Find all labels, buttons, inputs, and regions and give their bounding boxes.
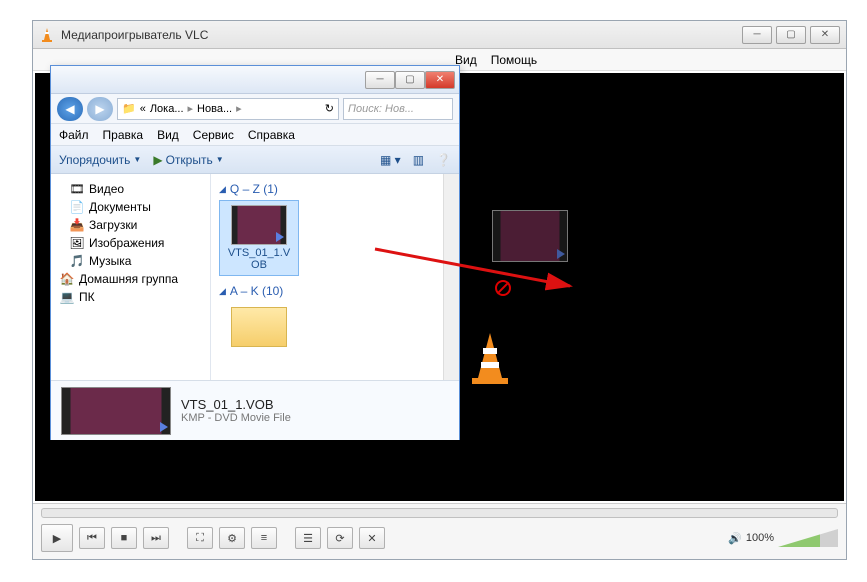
vlc-logo-icon	[460, 328, 520, 388]
video-icon: 🎞	[69, 182, 85, 196]
group-header-qz[interactable]: ◢Q – Z (1)	[219, 182, 435, 196]
play-overlay-icon	[160, 422, 168, 432]
ext-settings-button[interactable]: ⚙	[219, 527, 245, 549]
vlc-maximize-button[interactable]: ▢	[776, 26, 806, 44]
tree-item-pictures[interactable]: 🖼Изображения	[55, 234, 206, 252]
explorer-close-button[interactable]: ✕	[425, 71, 455, 89]
play-overlay-icon	[276, 232, 284, 242]
folder-icon: 📁	[122, 102, 136, 115]
loop-button[interactable]: ⟳	[327, 527, 353, 549]
crumb-1[interactable]: Лока...	[150, 103, 184, 115]
tree-item-downloads[interactable]: 📥Загрузки	[55, 216, 206, 234]
menu-help[interactable]: Справка	[248, 128, 295, 142]
video-thumb-icon	[231, 205, 287, 245]
video-thumb-icon	[492, 210, 568, 262]
refresh-icon[interactable]: ↻	[325, 102, 334, 115]
menu-tools[interactable]: Сервис	[193, 128, 234, 142]
menu-file[interactable]: Файл	[59, 128, 89, 142]
chevron-right-icon: ▸	[236, 102, 242, 115]
explorer-titlebar[interactable]: ─ ▢ ✕	[51, 66, 459, 94]
details-filetype: KMP - DVD Movie File	[181, 412, 291, 424]
file-list[interactable]: ◢Q – Z (1) VTS_01_1.VOB ◢A – K (10)	[211, 174, 443, 380]
mute-icon[interactable]: 🔊	[728, 532, 742, 545]
explorer-window: ─ ▢ ✕ ◀ ▶ 📁 « Лока... ▸ Нова... ▸ ↻ Поис…	[50, 65, 460, 440]
computer-icon: 💻	[59, 290, 75, 304]
next-button[interactable]: ⏭	[143, 527, 169, 549]
preview-pane-icon[interactable]: ▥	[413, 153, 424, 167]
explorer-maximize-button[interactable]: ▢	[395, 71, 425, 89]
fullscreen-button[interactable]: ⛶	[187, 527, 213, 549]
chevron-right-icon: ▸	[188, 102, 194, 115]
play-overlay-icon	[557, 249, 565, 259]
explorer-toolbar: Упорядочить▼ ▶Открыть▼ ▦ ▾ ▥ ❔	[51, 146, 459, 174]
shuffle-button[interactable]: ✕	[359, 527, 385, 549]
details-filename: VTS_01_1.VOB	[181, 397, 291, 412]
tree-item-videos[interactable]: 🎞Видео	[55, 180, 206, 198]
collapse-icon: ◢	[219, 286, 226, 297]
file-tile[interactable]	[219, 302, 299, 354]
nav-back-button[interactable]: ◀	[57, 97, 83, 121]
vlc-minimize-button[interactable]: ─	[742, 26, 772, 44]
nav-forward-button[interactable]: ▶	[87, 97, 113, 121]
search-input[interactable]: Поиск: Нов...	[343, 98, 453, 120]
explorer-minimize-button[interactable]: ─	[365, 71, 395, 89]
explorer-menubar: Файл Правка Вид Сервис Справка	[51, 124, 459, 146]
view-options-icon[interactable]: ▦ ▾	[380, 153, 401, 167]
details-thumb	[61, 387, 171, 435]
scrollbar[interactable]	[443, 174, 459, 380]
breadcrumb[interactable]: 📁 « Лока... ▸ Нова... ▸ ↻	[117, 98, 339, 120]
crumb-2[interactable]: Нова...	[197, 103, 232, 115]
tree-item-music[interactable]: 🎵Музыка	[55, 252, 206, 270]
no-drop-icon	[495, 280, 511, 296]
tree-item-documents[interactable]: 📄Документы	[55, 198, 206, 216]
nav-tree[interactable]: 🎞Видео 📄Документы 📥Загрузки 🖼Изображения…	[51, 174, 211, 380]
vlc-close-button[interactable]: ✕	[810, 26, 840, 44]
explorer-nav: ◀ ▶ 📁 « Лока... ▸ Нова... ▸ ↻ Поиск: Нов…	[51, 94, 459, 124]
file-tile[interactable]: VTS_01_1.VOB	[219, 200, 299, 276]
menu-view[interactable]: Вид	[157, 128, 179, 142]
file-label: VTS_01_1.VOB	[224, 247, 294, 271]
volume-slider[interactable]	[778, 529, 838, 547]
open-button[interactable]: ▶Открыть▼	[153, 153, 223, 167]
equalizer-button[interactable]: ≡	[251, 527, 277, 549]
play-button[interactable]: ▶	[41, 524, 73, 552]
organize-button[interactable]: Упорядочить▼	[59, 153, 141, 167]
details-pane: VTS_01_1.VOB KMP - DVD Movie File	[51, 380, 459, 440]
folder-icon	[231, 307, 287, 347]
help-icon[interactable]: ❔	[436, 153, 451, 167]
stop-button[interactable]: ■	[111, 527, 137, 549]
group-header-ak[interactable]: ◢A – K (10)	[219, 284, 435, 298]
download-icon: 📥	[69, 218, 85, 232]
vlc-window-title: Медиапроигрыватель VLC	[61, 28, 742, 42]
vlc-menu-help[interactable]: Помощь	[491, 53, 537, 67]
pictures-icon: 🖼	[69, 236, 85, 250]
document-icon: 📄	[69, 200, 85, 214]
seek-bar[interactable]	[41, 508, 838, 518]
tree-item-homegroup[interactable]: 🏠Домашняя группа	[55, 270, 206, 288]
playlist-button[interactable]: ☰	[295, 527, 321, 549]
homegroup-icon: 🏠	[59, 272, 75, 286]
volume-label: 100%	[746, 532, 774, 544]
vlc-controls: ▶ ⏮ ■ ⏭ ⛶ ⚙ ≡ ☰ ⟳ ✕ 🔊 100%	[33, 503, 846, 559]
vlc-cone-icon	[39, 27, 55, 43]
prev-button[interactable]: ⏮	[79, 527, 105, 549]
collapse-icon: ◢	[219, 184, 226, 195]
music-icon: 🎵	[69, 254, 85, 268]
drag-ghost	[490, 210, 570, 268]
crumb-prefix: «	[140, 103, 146, 115]
vlc-titlebar[interactable]: Медиапроигрыватель VLC ─ ▢ ✕	[33, 21, 846, 49]
menu-edit[interactable]: Правка	[103, 128, 144, 142]
tree-item-computer[interactable]: 💻ПК	[55, 288, 206, 306]
